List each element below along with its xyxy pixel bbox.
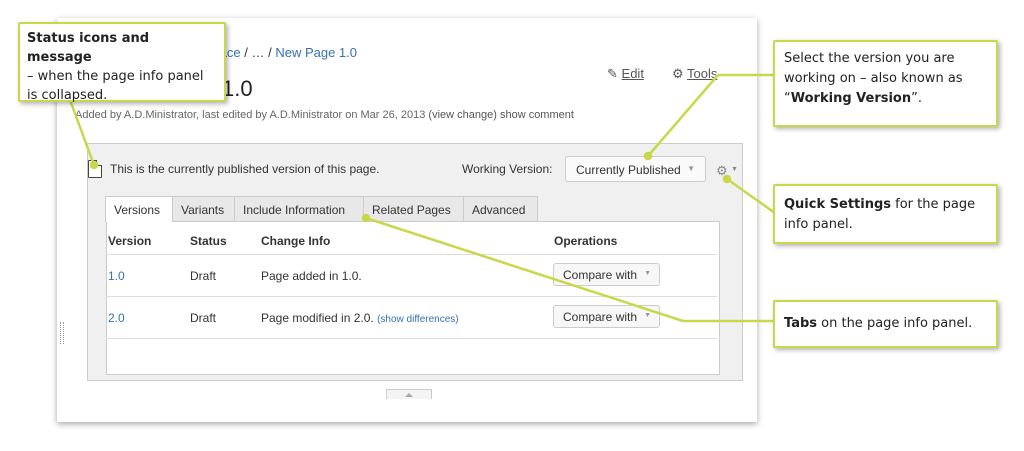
callout-status-bold: Status icons and message [27,31,150,65]
connector-dot [361,213,371,223]
callout-working-bold: Working Version [790,91,912,106]
connector-dot [89,160,99,170]
callout-working-text-end: ”. [911,91,922,106]
callout-status-icons: Status icons and message – when the page… [18,22,226,103]
connector-dot [643,151,653,161]
connector-status [68,99,96,166]
callout-working-version: Select the version you are working on – … [773,40,998,127]
callout-tabs-bold: Tabs [784,316,818,331]
callout-quick-bold: Quick Settings [784,197,892,212]
connector-dot [722,174,732,184]
callout-tabs-text: on the page info panel. [817,316,973,331]
callout-tabs: Tabs on the page info panel. [773,300,998,348]
connector-quick [726,177,776,215]
callout-status-text: – when the page info panel is collapsed. [27,69,204,103]
connector-working [647,74,719,157]
connector-tabs [365,216,684,323]
callout-quick-settings: Quick Settings for the page info panel. [773,184,998,244]
